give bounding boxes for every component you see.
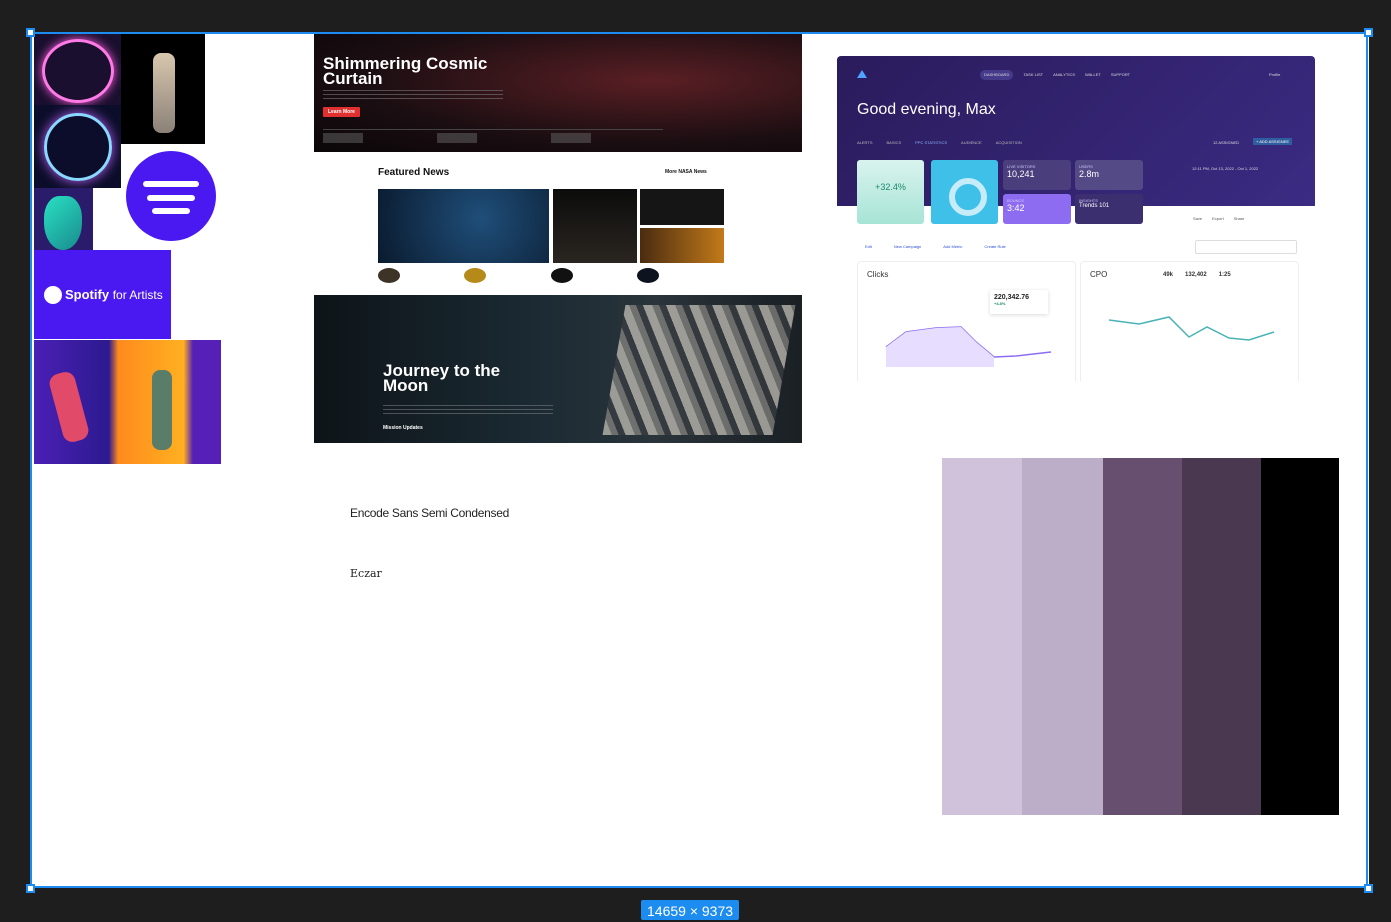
more-news-link[interactable]: More NASA News xyxy=(665,169,707,175)
spotify-for-artists-banner[interactable]: Spotify for Artists xyxy=(34,250,171,339)
kpi-bounce[interactable]: BOUNCE 3:42 xyxy=(1003,194,1071,224)
add-assignee-button[interactable]: + ADD ASSIGNEE xyxy=(1253,138,1293,145)
spotify-icon[interactable] xyxy=(126,151,216,241)
featured-news-heading: Featured News xyxy=(378,167,450,178)
news-card-space-weather[interactable] xyxy=(640,228,724,263)
dancer-figure xyxy=(153,53,175,133)
news-card-main[interactable] xyxy=(378,189,549,263)
spotify-mini-icon xyxy=(44,286,62,304)
spotify-for-artists-text: Spotify for Artists xyxy=(65,287,163,302)
hero-related-links[interactable] xyxy=(323,133,663,143)
dashboard-nav[interactable]: DASHBOARD TASK LIST ANALYTICS WALLET SUP… xyxy=(980,70,1180,80)
rocket-league-neon-icon xyxy=(44,113,112,181)
dancer-red-figure xyxy=(47,369,91,445)
tab-alerts[interactable]: ALERTS xyxy=(857,140,873,145)
featured-news-section: Featured News More NASA News xyxy=(314,152,802,295)
new-campaign-button[interactable]: New Campaign xyxy=(894,244,921,249)
tab-audience[interactable]: AUDIENCE xyxy=(961,140,982,145)
create-rule-button[interactable]: Create Rule xyxy=(984,244,1005,249)
tab-ppc-statistics[interactable]: PPC STATISTICS xyxy=(915,140,947,145)
dashboard-toolbar[interactable]: Edit New Campaign Add Metric Create Rule xyxy=(865,244,1006,249)
share-action[interactable]: Share xyxy=(1234,216,1245,221)
cpo-chart-card[interactable]: CPO 49k 132,402 1:25 xyxy=(1080,261,1299,381)
kpi-clicks-donut[interactable] xyxy=(931,160,998,224)
journey-description xyxy=(383,405,553,415)
news-mini-list[interactable] xyxy=(378,268,724,286)
font-sample-eczar[interactable]: Eczar xyxy=(350,567,382,580)
clicks-chart-card[interactable]: Clicks 220,342.76 +4.8% xyxy=(857,261,1076,381)
palette-swatch-3[interactable] xyxy=(1103,458,1182,815)
greeting-title: Good evening, Max xyxy=(857,101,996,118)
save-action[interactable]: Save xyxy=(1193,216,1202,221)
rocket-league-logo-tile[interactable] xyxy=(34,33,121,105)
timeframe-label: 12:11 PM, Oct 13, 2022 - Oct 1, 2022 xyxy=(1192,166,1259,171)
nav-item-wallet[interactable]: WALLET xyxy=(1085,70,1101,80)
kpi-live-visitors[interactable]: LIVE VISITORS 10,241 xyxy=(1003,160,1071,190)
kpi-users[interactable]: USERS 2.8m xyxy=(1075,160,1143,190)
cpo-stats: 49k 132,402 1:25 xyxy=(1163,272,1231,278)
nasa-hero-section[interactable]: Shimmering Cosmic Curtain Learn More xyxy=(314,33,802,152)
learn-more-button[interactable]: Learn More xyxy=(323,107,360,117)
edit-button[interactable]: Edit xyxy=(865,244,872,249)
spacecraft-image xyxy=(602,305,796,435)
dimensions-badge: 14659 × 9373 xyxy=(641,900,740,920)
news-card-water[interactable] xyxy=(640,189,724,225)
rocket-league-neon-tile[interactable] xyxy=(34,105,121,188)
cpo-line-chart xyxy=(1108,316,1275,341)
hero-description xyxy=(323,90,503,102)
resize-handle-bottom-right[interactable] xyxy=(1364,884,1373,893)
fl-studio-logo-tile[interactable] xyxy=(34,188,93,258)
hero-title: Shimmering Cosmic Curtain xyxy=(323,54,488,88)
nav-item-analytics[interactable]: ANALYTICS xyxy=(1053,70,1075,80)
dancers-photo-tile[interactable] xyxy=(34,340,221,464)
journey-to-moon-section[interactable]: Journey to the Moon Mission Updates xyxy=(314,295,802,443)
hero-divider xyxy=(323,129,663,130)
clicks-chart-title: Clicks xyxy=(867,270,889,279)
dancer-green-figure xyxy=(152,370,172,450)
kpi-impressions[interactable]: +32.4% xyxy=(857,160,924,224)
profile-menu[interactable]: Profile xyxy=(1269,72,1280,77)
tab-acquisition[interactable]: ACQUISITION xyxy=(996,140,1022,145)
dancer-photo-tile[interactable] xyxy=(121,33,205,144)
palette-swatch-2[interactable] xyxy=(1022,458,1103,815)
nav-item-dashboard[interactable]: DASHBOARD xyxy=(980,70,1014,80)
palette-swatch-5[interactable] xyxy=(1261,458,1339,815)
resize-handle-top-right[interactable] xyxy=(1364,28,1373,37)
nav-item-task-list[interactable]: TASK LIST xyxy=(1023,70,1043,80)
assigned-count: 12 ASSIGNED xyxy=(1213,140,1240,145)
cpo-chart-title: CPO xyxy=(1090,270,1108,279)
fl-studio-fruit-icon xyxy=(44,196,82,250)
clicks-line-chart xyxy=(885,326,1052,367)
nav-item-support[interactable]: SUPPORT xyxy=(1111,70,1130,80)
news-card-launch[interactable] xyxy=(553,189,637,263)
palette-swatch-4[interactable] xyxy=(1182,458,1261,815)
dashboard-tabs[interactable]: ALERTS BASICS PPC STATISTICS AUDIENCE AC… xyxy=(857,140,1022,145)
kpi-insights[interactable]: INSIGHTS Trends 101 xyxy=(1075,194,1143,224)
resize-handle-bottom-left[interactable] xyxy=(26,884,35,893)
rocket-league-badge-icon xyxy=(42,39,114,103)
add-metric-button[interactable]: Add Metric xyxy=(943,244,962,249)
journey-title: Journey to the Moon xyxy=(383,361,501,395)
export-action[interactable]: Export xyxy=(1212,216,1224,221)
font-sample-encode-sans[interactable]: Encode Sans Semi Condensed xyxy=(350,506,509,520)
tab-basics[interactable]: BASICS xyxy=(887,140,902,145)
dashboard-actions[interactable]: Save Export Share xyxy=(1193,216,1244,221)
mission-updates-link[interactable]: Mission Updates xyxy=(383,425,423,431)
analytics-dashboard-mockup[interactable]: DASHBOARD TASK LIST ANALYTICS WALLET SUP… xyxy=(837,56,1315,381)
dashboard-search-input[interactable] xyxy=(1195,240,1297,254)
palette-swatch-1[interactable] xyxy=(942,458,1022,815)
resize-handle-top-left[interactable] xyxy=(26,28,35,37)
